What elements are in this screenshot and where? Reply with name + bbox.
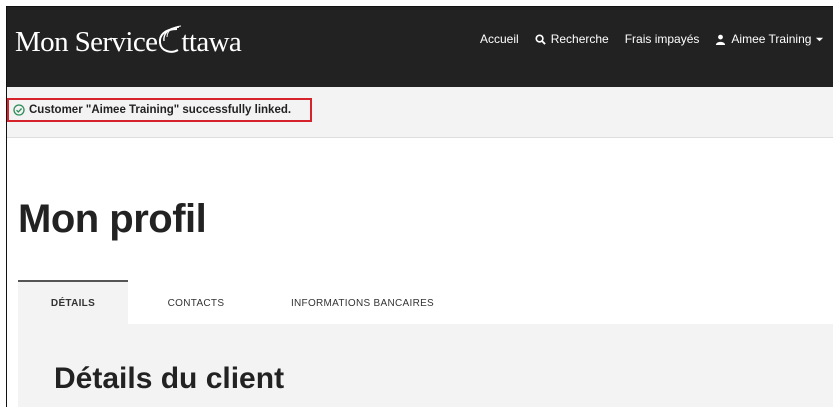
ottawa-swoosh-logo-icon xyxy=(159,25,182,53)
nav-home-link[interactable]: Accueil xyxy=(480,32,519,46)
profile-tabs: DÉTAILS CONTACTS INFORMATIONS BANCAIRES xyxy=(18,280,833,324)
logo-text-left: Mon Service xyxy=(15,26,158,58)
top-navigation-bar: Mon Service ttawa Accueil Recherche Frais… xyxy=(7,7,833,87)
search-icon xyxy=(535,33,546,45)
nav-user-label: Aimee Training xyxy=(731,32,812,46)
nav-fees-label: Frais impayés xyxy=(624,32,700,46)
page-title: Mon profil xyxy=(18,197,207,241)
nav-outstanding-fees-link[interactable]: Frais impayés xyxy=(625,32,700,46)
success-message: Customer "Aimee Training" successfully l… xyxy=(7,98,312,122)
tab-contacts[interactable]: CONTACTS xyxy=(156,280,236,324)
logo-text-right: ttawa xyxy=(181,26,242,58)
section-title: Détails du client xyxy=(54,362,285,395)
tab-details[interactable]: DÉTAILS xyxy=(18,280,128,324)
nav-search-link[interactable]: Recherche xyxy=(535,32,609,46)
tab-banking-information[interactable]: INFORMATIONS BANCAIRES xyxy=(270,280,455,324)
user-icon xyxy=(716,34,726,45)
nav-search-label: Recherche xyxy=(550,32,609,46)
check-circle-icon xyxy=(13,104,25,116)
nav-user-menu[interactable]: Aimee Training xyxy=(715,32,824,46)
chevron-down-icon[interactable] xyxy=(815,35,824,44)
main-nav: Accueil Recherche Frais impayés Aimee Tr… xyxy=(480,29,824,49)
mon-service-ottawa-logo[interactable]: Mon Service ttawa xyxy=(15,25,242,59)
alert-banner: Customer "Aimee Training" successfully l… xyxy=(7,87,833,138)
nav-home-label: Accueil xyxy=(480,32,519,46)
success-message-text: Customer "Aimee Training" successfully l… xyxy=(29,104,292,116)
details-panel: Détails du client xyxy=(18,324,833,407)
app-window: Mon Service ttawa Accueil Recherche Frais… xyxy=(6,6,833,407)
